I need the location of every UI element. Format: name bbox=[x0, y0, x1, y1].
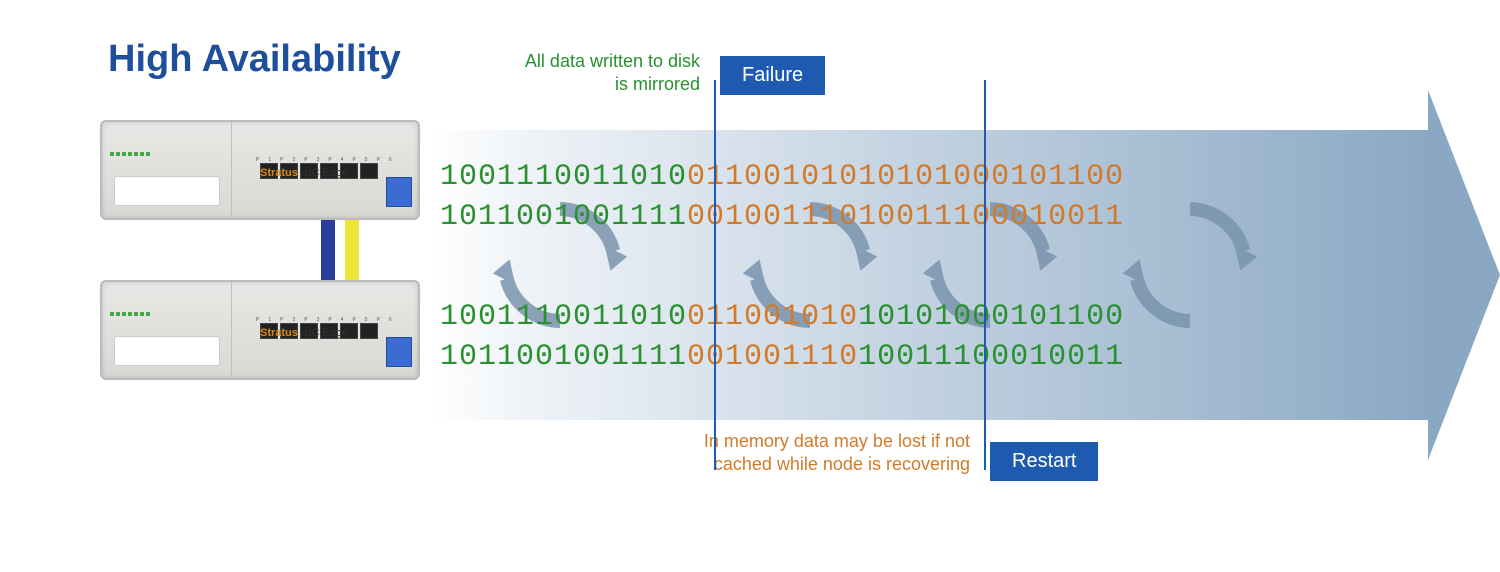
binary-row-3: 100111001101001100101010101000101100 bbox=[440, 300, 1124, 334]
device-right-panel: P1P2P3P4P5P6 Stratus ztC Edge bbox=[232, 153, 418, 187]
port-icon bbox=[360, 323, 378, 339]
annotation-mirrored: All data written to disk is mirrored bbox=[520, 50, 700, 95]
binary-segment: 1001110011010 bbox=[440, 300, 687, 334]
binary-segment: 011001010 bbox=[687, 300, 858, 334]
annotation-memory-loss: In memory data may be lost if not cached… bbox=[700, 430, 970, 477]
port-labels: P1P2P3P4P5P6 bbox=[256, 317, 401, 323]
device-pair: P1P2P3P4P5P6 Stratus ztC Edge P1P2P3P4P5 bbox=[100, 120, 430, 380]
brand-name: Stratus bbox=[260, 167, 298, 179]
device-left-panel bbox=[102, 282, 232, 378]
binary-segment: 1011001001111 bbox=[440, 200, 687, 234]
sync-swirl-icon bbox=[1120, 195, 1260, 335]
timeline-arrow-head-icon bbox=[1428, 90, 1500, 460]
failure-marker-line bbox=[714, 80, 716, 470]
binary-row-1: 100111001101001100101010101000101100 bbox=[440, 160, 1124, 194]
usb-block-icon bbox=[386, 177, 412, 207]
device-brand: Stratus ztC Edge bbox=[260, 167, 348, 179]
usb-block-icon bbox=[386, 337, 412, 367]
binary-segment: 001001110 bbox=[687, 340, 858, 374]
device-bottom: P1P2P3P4P5P6 Stratus ztC Edge bbox=[100, 280, 420, 380]
binary-row-4: 101100100111100100111010011100010011 bbox=[440, 340, 1124, 374]
diagram-title: High Availability bbox=[108, 38, 401, 81]
binary-segment: 10101000101100 bbox=[858, 300, 1124, 334]
device-brand: Stratus ztC Edge bbox=[260, 327, 348, 339]
binary-segment: 10011100010011 bbox=[858, 340, 1124, 374]
tag-restart: Restart bbox=[990, 442, 1098, 481]
binary-segment: 01100101010101000101100 bbox=[687, 160, 1124, 194]
tag-failure: Failure bbox=[720, 56, 825, 95]
port-icon bbox=[360, 163, 378, 179]
brand-model: ztC Edge bbox=[303, 167, 348, 179]
device-left-panel bbox=[102, 122, 232, 218]
port-labels: P1P2P3P4P5P6 bbox=[256, 157, 401, 163]
expansion-slot bbox=[114, 336, 220, 366]
binary-segment: 1011001001111 bbox=[440, 340, 687, 374]
interconnect-cables bbox=[250, 220, 430, 280]
device-right-panel: P1P2P3P4P5P6 Stratus ztC Edge bbox=[232, 313, 418, 347]
binary-segment: 1001110011010 bbox=[440, 160, 687, 194]
binary-row-2: 101100100111100100111010011100010011 bbox=[440, 200, 1124, 234]
brand-model: ztC Edge bbox=[303, 327, 348, 339]
restart-marker-line bbox=[984, 80, 986, 470]
binary-segment: 00100111010011100010011 bbox=[687, 200, 1124, 234]
cable-yellow-icon bbox=[345, 220, 359, 280]
device-top: P1P2P3P4P5P6 Stratus ztC Edge bbox=[100, 120, 420, 220]
brand-name: Stratus bbox=[260, 327, 298, 339]
cable-blue-icon bbox=[321, 220, 335, 280]
expansion-slot bbox=[114, 176, 220, 206]
